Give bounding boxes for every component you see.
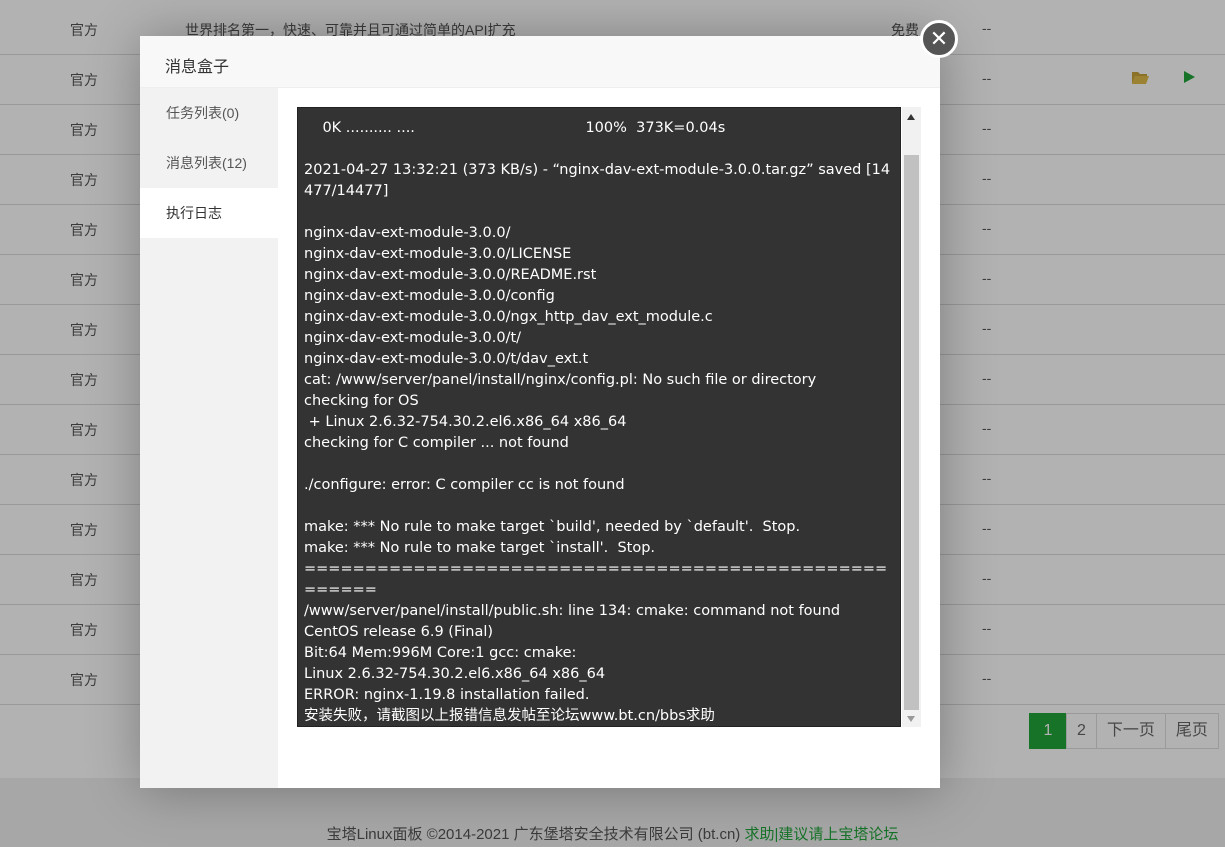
log-line: nginx-dav-ext-module-3.0.0/t/ (304, 330, 522, 346)
modal-header: 消息盒子 (140, 36, 940, 88)
log-line: 安装失败，请截图以上报错信息发帖至论坛www.bt.cn/bbs求助 (304, 708, 715, 724)
log-line: cat: /www/server/panel/install/nginx/con… (304, 372, 817, 388)
tab-execution-log[interactable]: 执行日志 (140, 188, 278, 238)
message-box-modal: 消息盒子 ✕ 任务列表(0) 消息列表(12) 执行日志 0K ........… (140, 20, 958, 788)
scroll-up-icon[interactable] (907, 114, 915, 120)
modal-title: 消息盒子 (165, 59, 230, 76)
log-line: + Linux 2.6.32-754.30.2.el6.x86_64 x86_6… (304, 414, 627, 430)
scroll-down-icon[interactable] (907, 716, 915, 722)
log-scrollbar[interactable] (902, 107, 921, 727)
log-line: make: *** No rule to make target `instal… (304, 540, 656, 556)
log-line: checking for C compiler ... not found (304, 435, 569, 451)
log-panel: 0K .......... .... 100% 373K=0.04s 2021-0… (297, 107, 921, 727)
log-line: 0K .......... .... 100% 373K=0.04s (304, 120, 726, 136)
scroll-thumb[interactable] (904, 155, 919, 710)
tab-message-list[interactable]: 消息列表(12) (140, 138, 278, 188)
log-line: nginx-dav-ext-module-3.0.0/t/dav_ext.t (304, 351, 589, 367)
log-line: nginx-dav-ext-module-3.0.0/ngx_http_dav_… (304, 309, 713, 325)
log-line: ERROR: nginx-1.19.8 installation failed. (304, 687, 590, 703)
log-line: Bit:64 Mem:996M Core:1 gcc: cmake: (304, 645, 577, 661)
close-icon[interactable]: ✕ (920, 20, 958, 58)
execution-log-output[interactable]: 0K .......... .... 100% 373K=0.04s 2021-0… (297, 107, 901, 727)
log-line: CentOS release 6.9 (Final) (304, 624, 494, 640)
log-line: make: *** No rule to make target `build'… (304, 519, 801, 535)
log-line: ./configure: error: C compiler cc is not… (304, 477, 625, 493)
log-line: nginx-dav-ext-module-3.0.0/LICENSE (304, 246, 572, 262)
log-line: checking for OS (304, 393, 419, 409)
log-line: ========================================… (304, 561, 888, 598)
log-line: nginx-dav-ext-module-3.0.0/config (304, 288, 555, 304)
modal-sidebar: 任务列表(0) 消息列表(12) 执行日志 (140, 88, 278, 788)
log-line: nginx-dav-ext-module-3.0.0/README.rst (304, 267, 597, 283)
log-line: 2021-04-27 13:32:21 (373 KB/s) - “nginx-… (304, 162, 891, 199)
log-line: /www/server/panel/install/public.sh: lin… (304, 603, 841, 619)
log-line: nginx-dav-ext-module-3.0.0/ (304, 225, 511, 241)
tab-task-list[interactable]: 任务列表(0) (140, 88, 278, 138)
log-line: Linux 2.6.32-754.30.2.el6.x86_64 x86_64 (304, 666, 606, 682)
